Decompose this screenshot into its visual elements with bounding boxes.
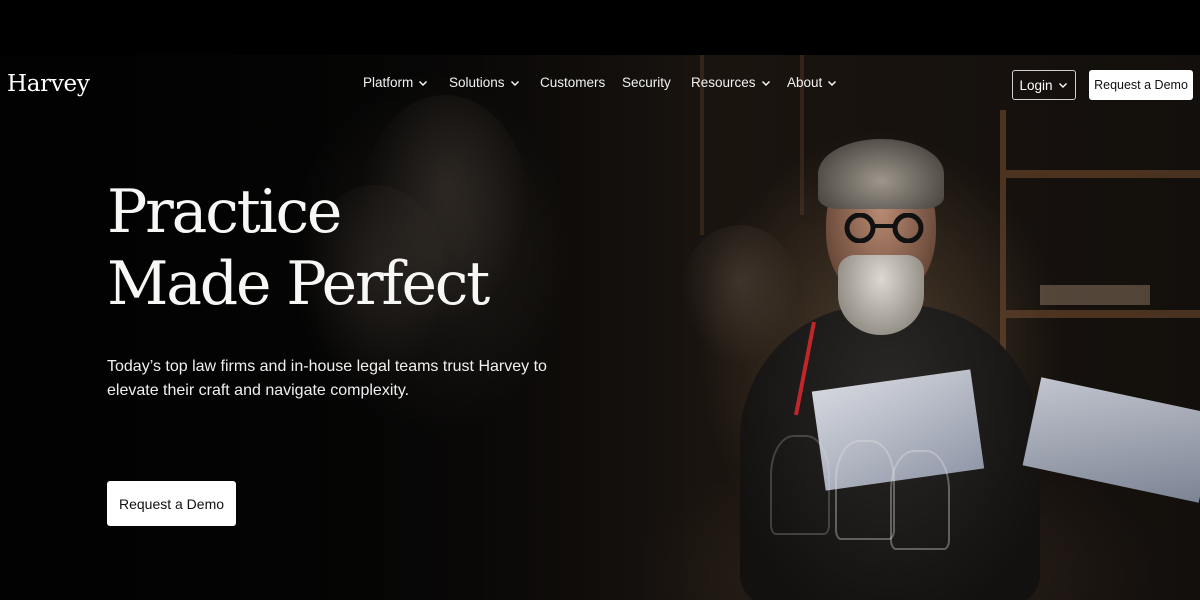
request-demo-button-header[interactable]: Request a Demo [1089, 70, 1193, 100]
wine-glass [770, 435, 830, 535]
top-navigation: Harvey Platform Solutions Customers Secu… [0, 55, 1200, 115]
pen-icon [794, 321, 816, 416]
nav-item-solutions[interactable]: Solutions [449, 75, 540, 90]
hero-overlay [0, 55, 700, 600]
nav-item-label: Security [622, 75, 671, 90]
hero-headline: Practice Made Perfect [107, 176, 490, 320]
wine-glass [890, 450, 950, 550]
nav-item-label: Resources [691, 75, 756, 90]
main-menu: Platform Solutions Customers Security Re… [363, 75, 847, 90]
wine-glass [835, 440, 895, 540]
nav-item-platform[interactable]: Platform [363, 75, 449, 90]
chevron-down-icon [1058, 83, 1067, 88]
man-hair [818, 139, 944, 209]
nav-item-customers[interactable]: Customers [540, 75, 622, 90]
chevron-down-icon [419, 80, 428, 86]
nav-item-label: About [787, 75, 823, 90]
nav-item-about[interactable]: About [787, 75, 847, 90]
man-beard [838, 255, 924, 335]
bookshelf-shelf [1006, 310, 1200, 318]
bookshelf-shelf [1006, 170, 1200, 178]
nav-item-label: Solutions [449, 75, 505, 90]
chevron-down-icon [761, 80, 770, 86]
headline-line: Made Perfect [107, 249, 490, 319]
request-demo-button-hero[interactable]: Request a Demo [107, 481, 236, 526]
nav-item-resources[interactable]: Resources [691, 75, 787, 90]
chevron-down-icon [828, 80, 837, 86]
books [1040, 285, 1150, 305]
nav-item-label: Customers [540, 75, 606, 90]
nav-item-security[interactable]: Security [622, 75, 691, 90]
chevron-down-icon [510, 80, 519, 86]
headline-line: Practice [107, 177, 342, 247]
brand-logo[interactable]: Harvey [7, 71, 90, 97]
hero-subtext: Today’s top law firms and in-house legal… [107, 358, 547, 399]
login-button[interactable]: Login [1012, 70, 1076, 100]
glasses-icon [844, 213, 924, 243]
paper-document [1022, 377, 1200, 503]
login-label: Login [1019, 77, 1053, 93]
nav-item-label: Platform [363, 75, 414, 90]
